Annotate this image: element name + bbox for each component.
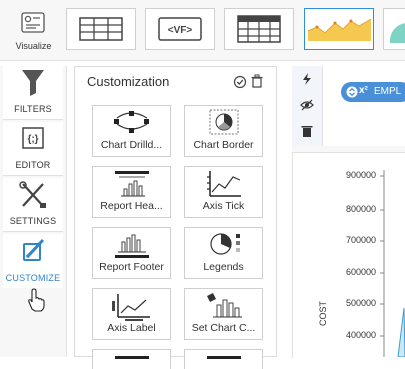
y-axis-lines [380,170,405,357]
visualize-button[interactable]: Visualize [6,8,61,51]
left-rail: FILTERS {;} EDITOR SETTINGS CUSTOMIZE [0,66,67,357]
rail-customize-label: CUSTOMIZE [5,273,61,283]
funnel-icon [22,70,44,96]
rail-settings-label: SETTINGS [9,216,57,226]
legends-icon [210,233,240,255]
card-label: Report Hea... [100,200,163,212]
area-chart-icon [307,18,372,41]
visualize-label: Visualize [15,41,52,51]
card-report-footer[interactable]: Report Footer [92,227,171,279]
trash-icon[interactable] [300,124,314,138]
report-footer-icon [115,234,149,258]
card-label: Set Chart C... [191,322,256,334]
card-next-2-bar [207,356,241,359]
tools-icon [19,181,46,208]
rail-filters-label: FILTERS [14,104,52,114]
check-circle-icon[interactable] [233,75,247,89]
top-toolbar: Visualize <VF> [0,0,405,61]
editor-glyph: {;} [27,134,38,145]
card-next-1[interactable] [92,349,171,369]
report-header-icon [115,171,149,197]
eye-slash-icon[interactable] [300,98,314,112]
editor-action-strip [292,66,323,146]
card-chart-drilldown[interactable]: Chart Drilld... [92,105,171,157]
measure-chip[interactable]: x² EMPL [341,82,405,102]
rail-item-customize[interactable]: CUSTOMIZE [3,234,63,288]
table-view-button[interactable] [66,8,136,50]
rail-item-settings[interactable]: SETTINGS [3,178,63,232]
trash-icon[interactable] [250,74,264,88]
card-axis-label[interactable]: Axis Label [92,288,171,340]
vf-icon: <VF> [158,17,202,41]
y-tick-label: 500000 [345,298,376,308]
chart-border-icon [209,109,239,135]
panel-title: Customization [87,74,170,89]
card-next-2[interactable] [184,349,263,369]
code-editor-icon: {;} [22,127,44,149]
customize-brush-icon [23,238,45,261]
axis-label-icon [112,294,150,321]
chart-color-bucket-icon [207,293,242,318]
visualize-icon [21,12,45,33]
y-tick-label: 700000 [345,235,376,245]
axis-tick-icon [207,171,241,197]
card-label: Chart Border [193,139,254,151]
chart-drilldown-icon [114,111,149,133]
card-report-header[interactable]: Report Hea... [92,166,171,218]
card-chart-border[interactable]: Chart Border [184,105,263,157]
chip-label: EMPL [374,86,402,97]
vf-text: <VF> [168,25,193,36]
rail-item-editor[interactable]: {;} EDITOR [3,122,63,176]
formula-glyph: x² [359,85,368,96]
card-label: Axis Label [107,322,156,334]
card-next-1-bar [115,356,149,359]
y-tick-label: 900000 [345,170,376,180]
card-legends[interactable]: Legends [184,227,263,279]
customization-panel: Customization Chart Drilld... Chart Bord… [74,66,277,369]
pivot-view-button[interactable] [224,8,294,50]
gauge-view-button[interactable] [383,8,405,50]
gauge-chart-icon [389,23,405,43]
y-axis-title: COST [318,300,328,326]
table-icon [79,17,123,41]
card-label: Legends [203,261,244,273]
y-tick-label: 400000 [345,330,376,340]
card-set-chart-color[interactable]: Set Chart C... [184,288,263,340]
y-tick-label: 600000 [345,267,376,277]
area-chart-view-button[interactable] [304,8,374,50]
card-label: Chart Drilld... [100,139,163,151]
rail-item-filters[interactable]: FILTERS [3,66,63,120]
hand-cursor-icon [28,288,45,312]
card-axis-tick[interactable]: Axis Tick [184,166,263,218]
card-label: Axis Tick [202,200,245,212]
lightning-icon[interactable] [300,72,314,86]
rail-editor-label: EDITOR [15,160,51,170]
vf-view-button[interactable]: <VF> [145,8,215,50]
y-tick-label: 800000 [345,204,376,214]
chevron-updown-icon [346,86,358,98]
pivot-table-icon [237,15,281,43]
card-label: Report Footer [99,261,164,273]
